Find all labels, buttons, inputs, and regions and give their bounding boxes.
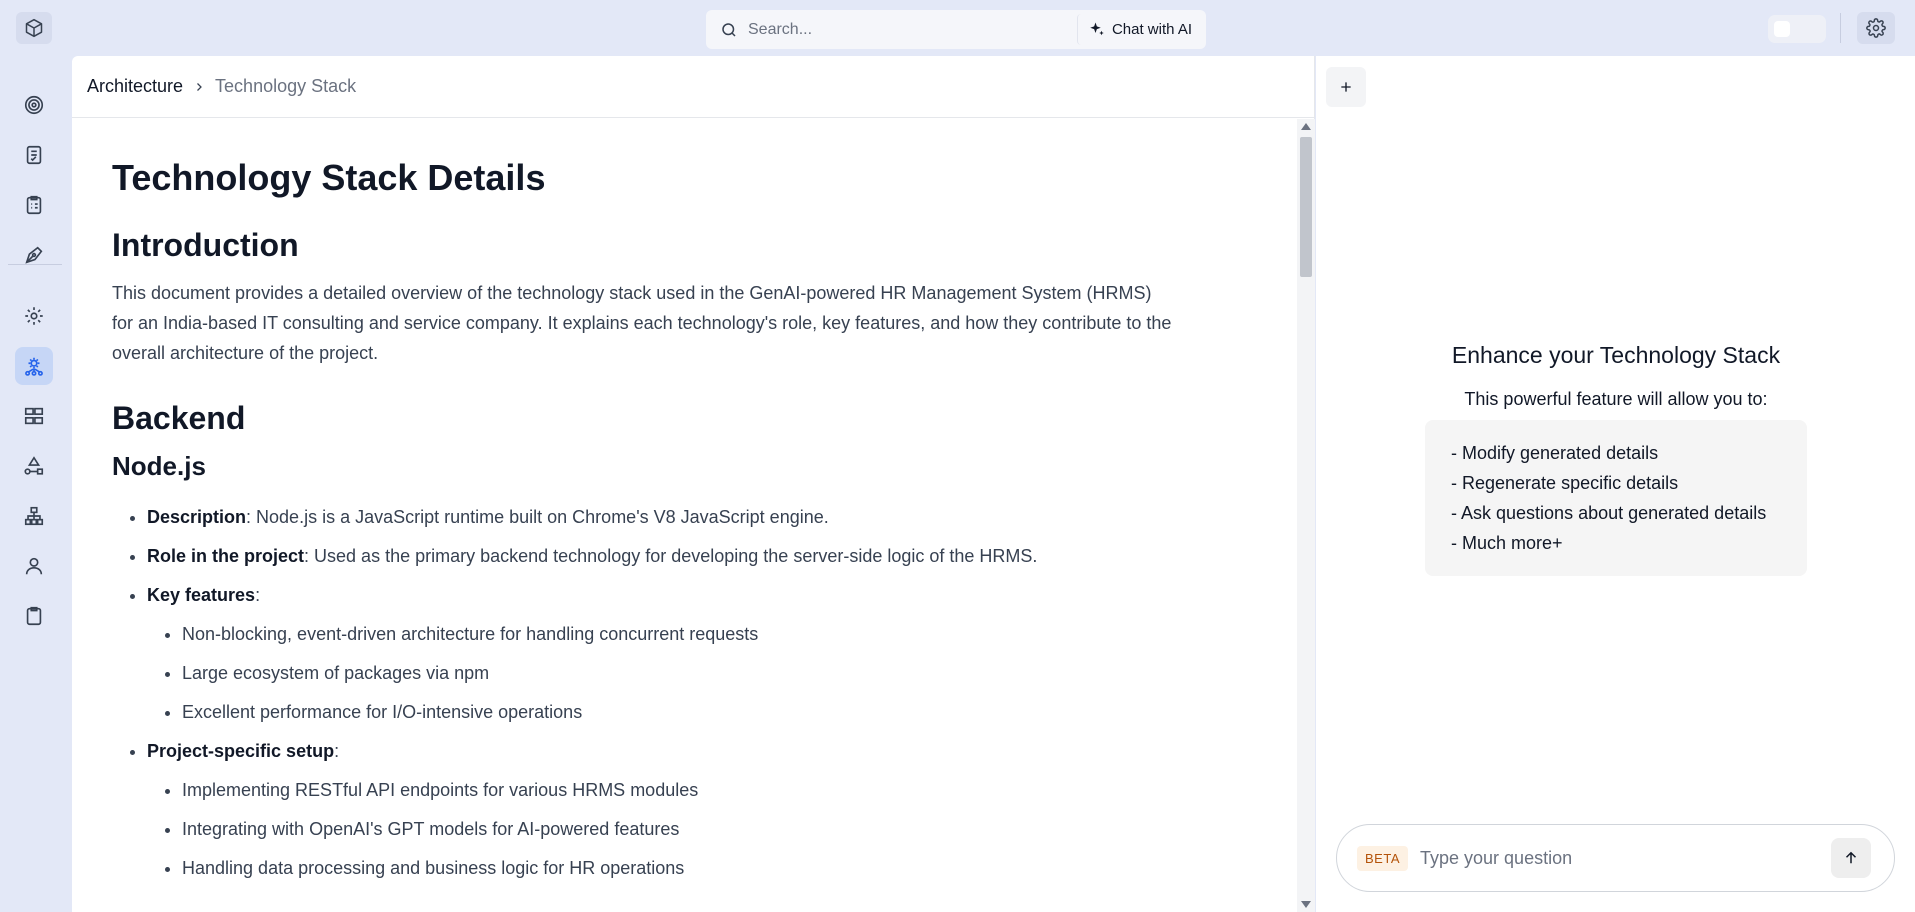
promo-feature-item: - Modify generated details [1451,443,1659,463]
sidebar-item-reports[interactable] [15,597,53,635]
network-gear-icon [25,357,43,376]
project-setup-suffix: : [334,741,340,761]
description-text: : Node.js is a JavaScript runtime built … [246,507,829,527]
gear-icon [1866,18,1886,38]
sidebar-item-tasks[interactable] [15,186,53,224]
chat-with-ai-label: Chat with AI [1111,21,1192,38]
list-item: Non-blocking, event-driven architecture … [182,621,1212,647]
section-heading-backend: Backend [112,400,246,436]
feature-promo: Enhance your Technology Stack This power… [1425,342,1807,576]
breadcrumb-current: Technology Stack [215,76,357,96]
list-item: Integrating with OpenAI's GPT models for… [182,816,1212,842]
role-text: : Used as the primary backend technology… [304,546,1038,566]
app-logo-button[interactable] [16,12,52,44]
promo-title: Enhance your Technology Stack [1451,342,1781,368]
search-input[interactable] [748,20,1048,39]
scroll-up-arrow-icon[interactable] [1301,123,1311,130]
section-heading-introduction: Introduction [112,227,299,263]
plus-icon [1341,82,1351,92]
nodejs-details-list: Description: Node.js is a JavaScript run… [112,504,1212,881]
promo-feature-list: - Modify generated details - Regenerate … [1425,420,1807,576]
sidebar-item-requirements[interactable] [15,136,53,174]
gear-icon [25,307,43,325]
sidebar-item-modeling[interactable] [15,447,53,485]
document-panel: Architecture Technology Stack Technology… [72,56,1315,912]
list-item: Role in the project: Used as the primary… [147,543,1212,569]
list-item: Handling data processing and business lo… [182,855,1212,881]
user-icon [25,557,43,575]
scroll-down-arrow-icon[interactable] [1301,901,1311,908]
top-bar: Chat with AI [0,0,1915,56]
search-bar: Chat with AI [706,10,1206,49]
chevron-right-icon [193,81,205,93]
search-icon [720,20,740,40]
list-item: Key features: Non-blocking, event-driven… [147,582,1212,725]
ai-assistant-panel: Enhance your Technology Stack This power… [1316,56,1915,912]
sidebar-item-design[interactable] [15,236,53,274]
key-features-suffix: : [255,585,261,605]
list-item: Project-specific setup: Implementing RES… [147,738,1212,881]
sidebar-divider [8,264,62,265]
list-item: Implementing RESTful API endpoints for v… [182,777,1212,803]
top-divider [1840,13,1841,43]
scrollbar-thumb[interactable] [1300,137,1312,277]
key-features-list: Non-blocking, event-driven architecture … [147,621,1212,725]
beta-badge: BETA [1357,845,1408,871]
list-item: Description: Node.js is a JavaScript run… [147,504,1212,530]
sparkle-icon [1090,22,1104,35]
vertical-scrollbar[interactable] [1297,119,1315,912]
key-features-label: Key features [147,585,256,605]
target-icon [24,95,44,115]
theme-toggle[interactable] [1768,15,1826,43]
document-content: Technology Stack Details Introduction Th… [72,119,1252,881]
shapes-icon [24,456,44,475]
clipboard-list-icon [26,195,42,215]
breadcrumb: Architecture Technology Stack [72,56,1314,118]
cube-icon [25,18,43,38]
send-question-button[interactable] [1831,838,1871,878]
sidebar-item-users[interactable] [15,547,53,585]
question-bar: BETA [1336,824,1895,892]
new-chat-button[interactable] [1326,67,1366,107]
promo-subtitle: This powerful feature will allow you to: [1464,389,1768,409]
chat-with-ai-button[interactable]: Chat with AI [1076,14,1202,45]
document-title: Technology Stack Details [112,157,546,198]
role-label: Role in the project [147,546,305,566]
clipboard-icon [26,606,42,626]
breadcrumb-parent-link[interactable]: Architecture [87,76,183,97]
sitemap-icon [24,506,44,526]
sidebar-item-hierarchy[interactable] [15,497,53,535]
promo-feature-item: - Regenerate specific details [1451,473,1679,493]
project-setup-list: Implementing RESTful API endpoints for v… [147,777,1212,881]
settings-button[interactable] [1857,12,1895,44]
promo-feature-item: - Much more+ [1451,533,1563,553]
sidebar-item-goals[interactable] [15,86,53,124]
document-scroll-area[interactable]: Technology Stack Details Introduction Th… [72,119,1315,912]
introduction-paragraph: This document provides a detailed overvi… [112,283,1172,363]
subsection-heading-nodejs: Node.js [112,451,206,481]
sidebar-item-architecture[interactable] [15,347,53,385]
grid-blocks-icon [24,407,44,425]
toggle-knob [1774,21,1790,37]
sidebar [0,56,72,912]
document-check-icon [26,145,42,165]
description-label: Description [147,507,247,527]
list-item: Excellent performance for I/O-intensive … [182,699,1212,725]
sidebar-item-components[interactable] [15,397,53,435]
project-setup-label: Project-specific setup [147,741,335,761]
question-input[interactable] [1420,847,1800,869]
list-item: Large ecosystem of packages via npm [182,660,1212,686]
arrow-up-icon [1845,851,1857,864]
promo-feature-item: - Ask questions about generated details [1451,503,1767,523]
sidebar-item-settings[interactable] [15,297,53,335]
pen-tool-icon [25,246,43,264]
